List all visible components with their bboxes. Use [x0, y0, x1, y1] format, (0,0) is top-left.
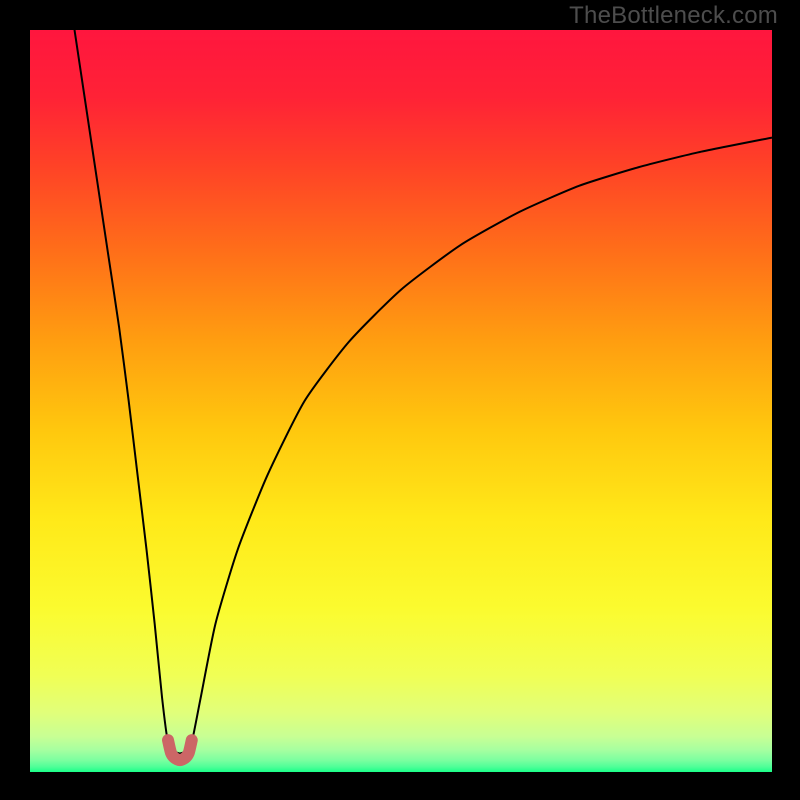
chart-frame: TheBottleneck.com — [0, 0, 800, 800]
chart-plot-area — [30, 30, 772, 772]
gradient-background — [30, 30, 772, 772]
chart-svg — [30, 30, 772, 772]
watermark-text: TheBottleneck.com — [569, 2, 778, 30]
